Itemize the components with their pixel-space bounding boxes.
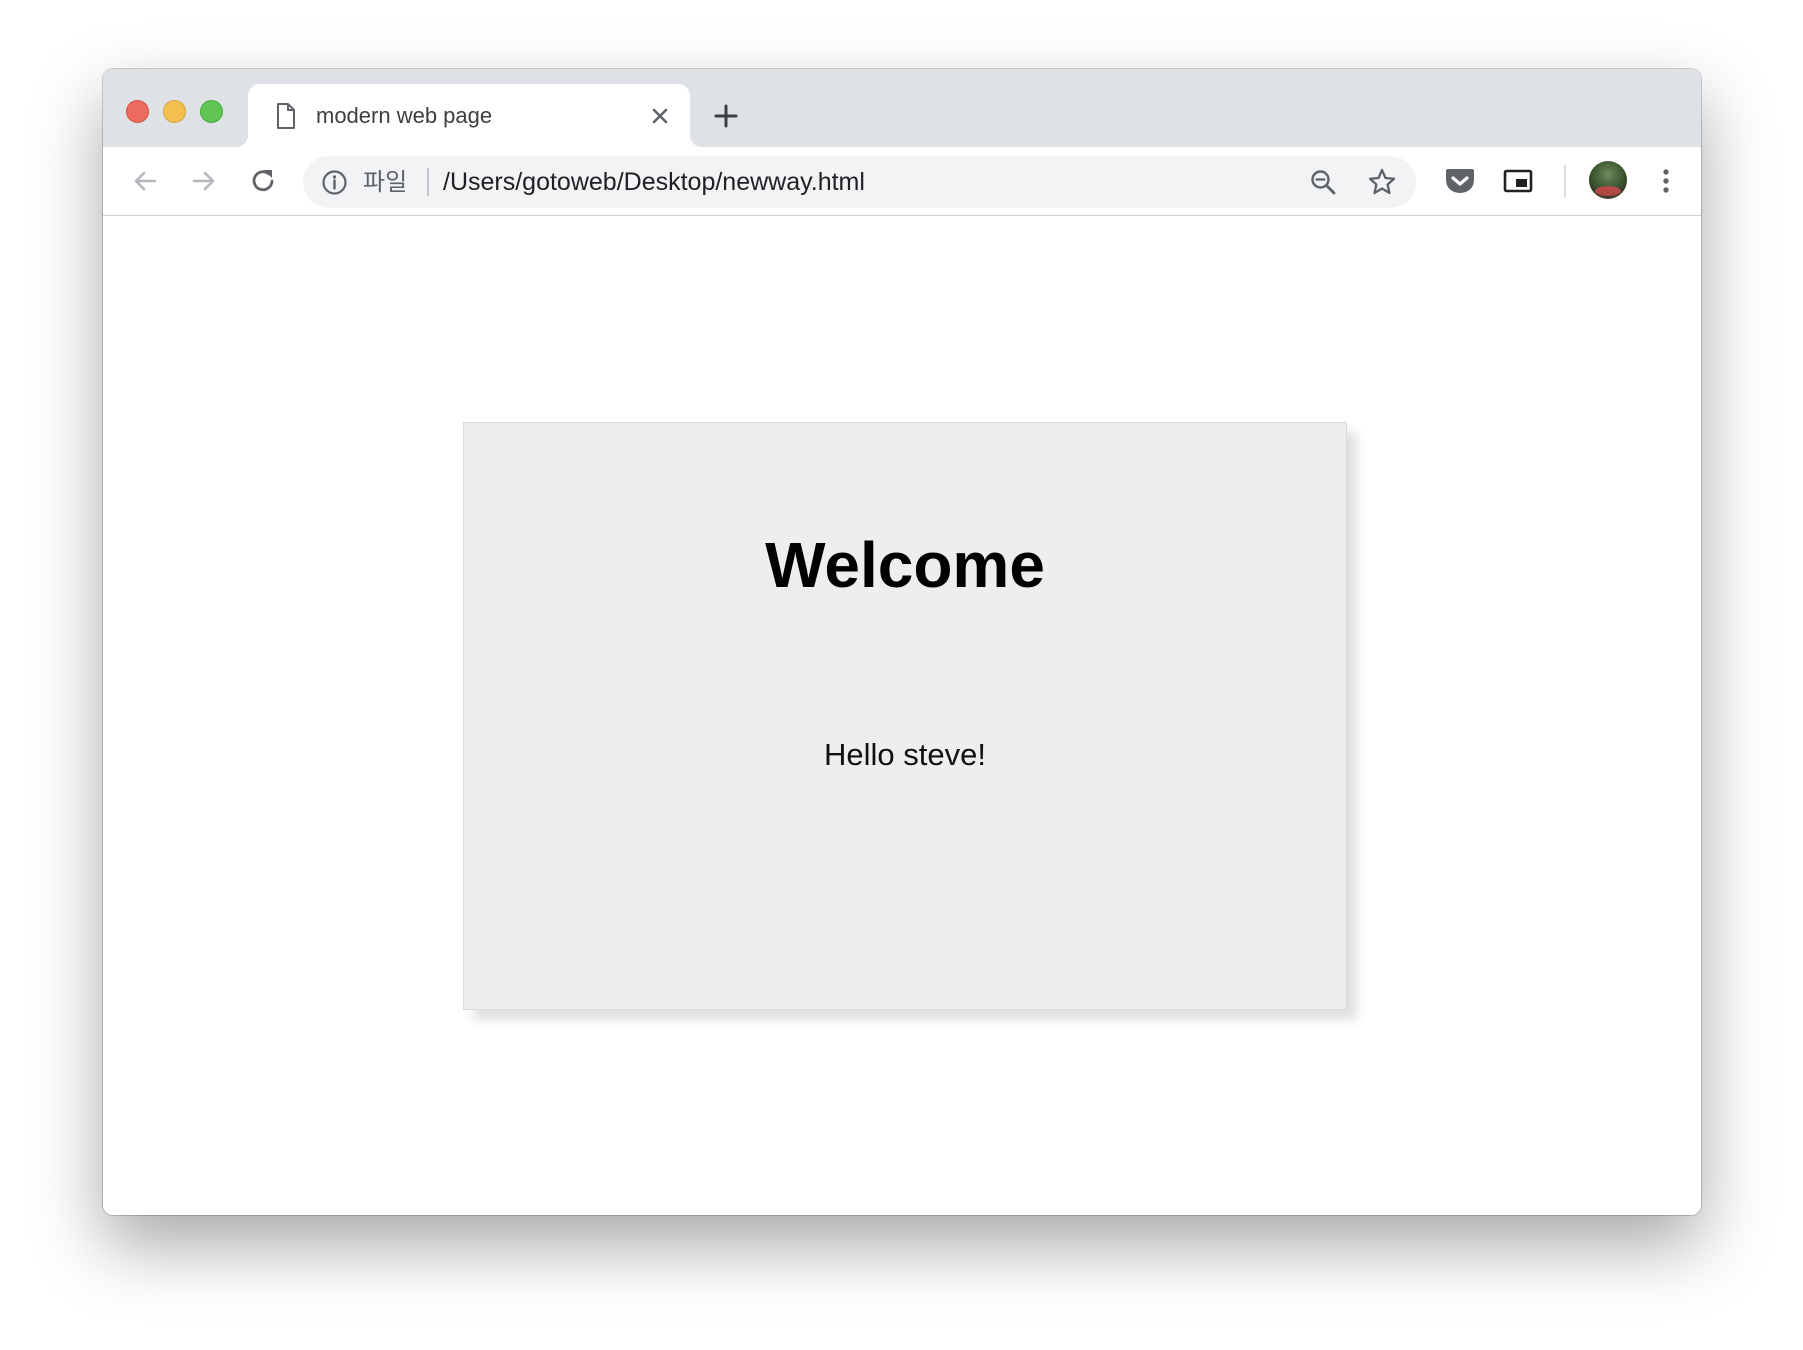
browser-toolbar: 파일 /Users/gotoweb/Desktop/newway.html — [103, 147, 1701, 216]
window-close-button[interactable] — [126, 100, 149, 123]
window-maximize-button[interactable] — [200, 100, 223, 123]
tab-active[interactable]: modern web page — [248, 84, 690, 147]
browser-window: modern web page 파일 /Users/gotoweb/Deskto… — [103, 69, 1701, 1215]
window-minimize-button[interactable] — [163, 100, 186, 123]
welcome-card: Welcome Hello steve! — [463, 422, 1347, 1010]
page-heading: Welcome — [765, 529, 1045, 601]
star-icon[interactable] — [1366, 166, 1398, 198]
forward-arrow-icon[interactable] — [187, 164, 221, 198]
more-vert-icon[interactable] — [1649, 164, 1683, 198]
back-arrow-icon[interactable] — [128, 164, 162, 198]
close-icon[interactable] — [646, 102, 674, 130]
document-icon — [277, 103, 295, 129]
url-text[interactable]: /Users/gotoweb/Desktop/newway.html — [443, 167, 865, 197]
omnibox-divider — [427, 168, 429, 196]
tab-title: modern web page — [316, 103, 493, 128]
toolbar-divider — [1564, 165, 1566, 197]
url-scheme-label: 파일 — [363, 168, 408, 196]
plus-icon[interactable] — [711, 101, 741, 131]
pocket-icon[interactable] — [1443, 164, 1477, 198]
page-viewport: Welcome Hello steve! — [103, 216, 1701, 1215]
reload-icon[interactable] — [246, 164, 280, 198]
picture-in-picture-icon[interactable] — [1501, 164, 1535, 198]
avatar[interactable] — [1589, 161, 1627, 199]
address-bar[interactable]: 파일 /Users/gotoweb/Desktop/newway.html — [303, 156, 1416, 208]
zoom-out-icon[interactable] — [1308, 167, 1338, 197]
info-icon[interactable] — [321, 169, 348, 196]
greeting-text: Hello steve! — [824, 737, 986, 772]
tab-strip: modern web page — [103, 69, 1701, 147]
